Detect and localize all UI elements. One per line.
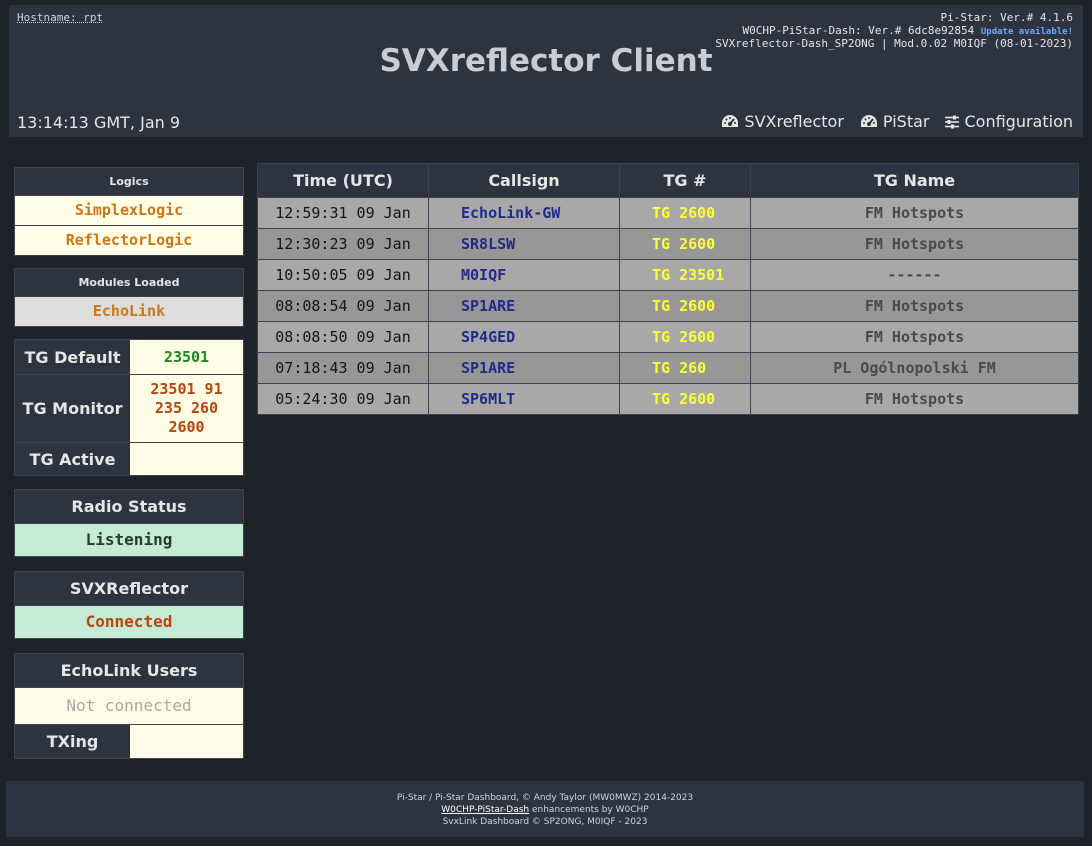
svxreflector-status: Connected xyxy=(15,605,243,638)
row-time: 05:24:30 09 Jan xyxy=(257,383,429,415)
row-tg: TG 260 xyxy=(619,352,751,384)
row-tg: TG 2600 xyxy=(619,228,751,260)
logic-reflector: ReflectorLogic xyxy=(15,225,243,255)
row-time: 08:08:50 09 Jan xyxy=(257,321,429,353)
nav-bar: SVXreflector PiStar Configuration xyxy=(721,112,1073,131)
row-callsign: M0IQF xyxy=(428,259,620,291)
table-row: 12:30:23 09 Jan SR8LSW TG 2600 FM Hotspo… xyxy=(257,228,1079,260)
footer-line3: SvxLink Dashboard © SP2ONG, M0IQF - 2023 xyxy=(442,817,648,827)
table-row: 08:08:54 09 Jan SP1ARE TG 2600 FM Hotspo… xyxy=(257,290,1079,322)
tg-default-value: 23501 xyxy=(130,340,243,374)
tg-active-value xyxy=(130,443,243,475)
row-callsign: SP1ARE xyxy=(428,290,620,322)
row-callsign: SP6MLT xyxy=(428,383,620,415)
tg-monitor-row: TG Monitor 23501 91 235 260 2600 xyxy=(15,374,243,442)
row-tg-name: FM Hotspots xyxy=(750,321,1079,353)
svxreflector-title: SVXReflector xyxy=(15,572,243,605)
row-tg: TG 2600 xyxy=(619,197,751,229)
tg-monitor-value: 23501 91 235 260 2600 xyxy=(130,375,243,442)
pistar-version: Pi-Star: Ver.# 4.1.6 xyxy=(940,11,1073,24)
table-row: 07:18:43 09 Jan SP1ARE TG 260 PL Ogólnop… xyxy=(257,352,1079,384)
row-tg-name: FM Hotspots xyxy=(750,290,1079,322)
row-tg: TG 23501 xyxy=(619,259,751,291)
echolink-users-panel: EchoLink Users Not connected TXing xyxy=(14,653,244,759)
col-tg: TG # xyxy=(619,163,751,198)
table-header-row: Time (UTC) Callsign TG # TG Name xyxy=(257,163,1079,198)
modules-panel: Modules Loaded EchoLink xyxy=(14,268,244,327)
nav-pistar[interactable]: PiStar xyxy=(860,112,930,131)
logics-title: Logics xyxy=(15,168,243,195)
module-echolink: EchoLink xyxy=(15,296,243,326)
logic-simplex: SimplexLogic xyxy=(15,195,243,225)
hostname: Hostname: rpt xyxy=(17,11,104,24)
footer-line2: W0CHP-PiStar-Dash enhancements by W0CHP xyxy=(6,804,1084,816)
footer: Pi-Star / Pi-Star Dashboard, © Andy Tayl… xyxy=(6,781,1084,837)
row-callsign: SP1ARE xyxy=(428,352,620,384)
row-tg: TG 2600 xyxy=(619,290,751,322)
row-callsign: SR8LSW xyxy=(428,228,620,260)
tg-default-row: TG Default 23501 xyxy=(15,340,243,374)
nav-svxreflector-label: SVXreflector xyxy=(744,112,844,131)
logics-panel: Logics SimplexLogic ReflectorLogic xyxy=(14,167,244,256)
dash-version-text: W0CHP-PiStar-Dash: Ver.# 6dc8e92854 xyxy=(742,24,975,37)
nav-svxreflector[interactable]: SVXreflector xyxy=(721,112,844,131)
table-row: 05:24:30 09 Jan SP6MLT TG 2600 FM Hotspo… xyxy=(257,383,1079,415)
row-tg-name: PL Ogólnopolski FM xyxy=(750,352,1079,384)
echolink-users-title: EchoLink Users xyxy=(15,654,243,687)
nav-pistar-label: PiStar xyxy=(882,112,930,131)
echolink-users-value: Not connected xyxy=(15,687,243,724)
table-row: 12:59:31 09 Jan EchoLink-GW TG 2600 FM H… xyxy=(257,197,1079,229)
update-available-link[interactable]: Update available! xyxy=(981,27,1073,37)
modules-title: Modules Loaded xyxy=(15,269,243,296)
row-time: 08:08:54 09 Jan xyxy=(257,290,429,322)
last-heard-table: Time (UTC) Callsign TG # TG Name 12:59:3… xyxy=(257,163,1079,415)
gauge-icon xyxy=(722,114,739,127)
footer-line2-text: enhancements by W0CHP xyxy=(529,805,649,815)
col-time: Time (UTC) xyxy=(257,163,429,198)
tg-monitor-label: TG Monitor xyxy=(15,375,130,442)
row-time: 10:50:05 09 Jan xyxy=(257,259,429,291)
row-time: 07:18:43 09 Jan xyxy=(257,352,429,384)
dash-version: W0CHP-PiStar-Dash: Ver.# 6dc8e92854 Upda… xyxy=(742,24,1073,37)
row-tg-name: FM Hotspots xyxy=(750,383,1079,415)
page-title: SVXreflector Client xyxy=(379,43,713,79)
tg-active-label: TG Active xyxy=(15,443,130,475)
row-time: 12:30:23 09 Jan xyxy=(257,228,429,260)
row-tg: TG 2600 xyxy=(619,383,751,415)
txing-value xyxy=(130,725,243,758)
col-callsign: Callsign xyxy=(428,163,620,198)
footer-line1: Pi-Star / Pi-Star Dashboard, © Andy Tayl… xyxy=(396,793,694,803)
w0chp-dash-link[interactable]: W0CHP-PiStar-Dash xyxy=(441,805,529,815)
nav-configuration-label: Configuration xyxy=(964,112,1073,131)
txing-row: TXing xyxy=(15,724,243,758)
table-row: 10:50:05 09 Jan M0IQF TG 23501 ------ xyxy=(257,259,1079,291)
row-callsign: SP4GED xyxy=(428,321,620,353)
sliders-icon xyxy=(945,115,960,128)
txing-label: TXing xyxy=(15,725,130,758)
table-row: 08:08:50 09 Jan SP4GED TG 2600 FM Hotspo… xyxy=(257,321,1079,353)
tg-info-table: TG Default 23501 TG Monitor 23501 91 235… xyxy=(14,339,244,476)
row-tg-name: FM Hotspots xyxy=(750,197,1079,229)
clock: 13:14:13 GMT, Jan 9 xyxy=(17,113,181,132)
col-tg-name: TG Name xyxy=(750,163,1079,198)
radio-status-value: Listening xyxy=(15,523,243,556)
row-time: 12:59:31 09 Jan xyxy=(257,197,429,229)
row-tg-name: FM Hotspots xyxy=(750,228,1079,260)
row-callsign: EchoLink-GW xyxy=(428,197,620,229)
gauge-icon xyxy=(860,114,877,127)
svxreflector-panel: SVXReflector Connected xyxy=(14,571,244,639)
nav-configuration[interactable]: Configuration xyxy=(945,112,1073,131)
tg-active-row: TG Active xyxy=(15,442,243,475)
radio-status-panel: Radio Status Listening xyxy=(14,489,244,557)
header: Hostname: rpt Pi-Star: Ver.# 4.1.6 W0CHP… xyxy=(9,5,1083,137)
row-tg: TG 2600 xyxy=(619,321,751,353)
row-tg-name: ------ xyxy=(750,259,1079,291)
radio-status-title: Radio Status xyxy=(15,490,243,523)
tg-default-label: TG Default xyxy=(15,340,130,374)
